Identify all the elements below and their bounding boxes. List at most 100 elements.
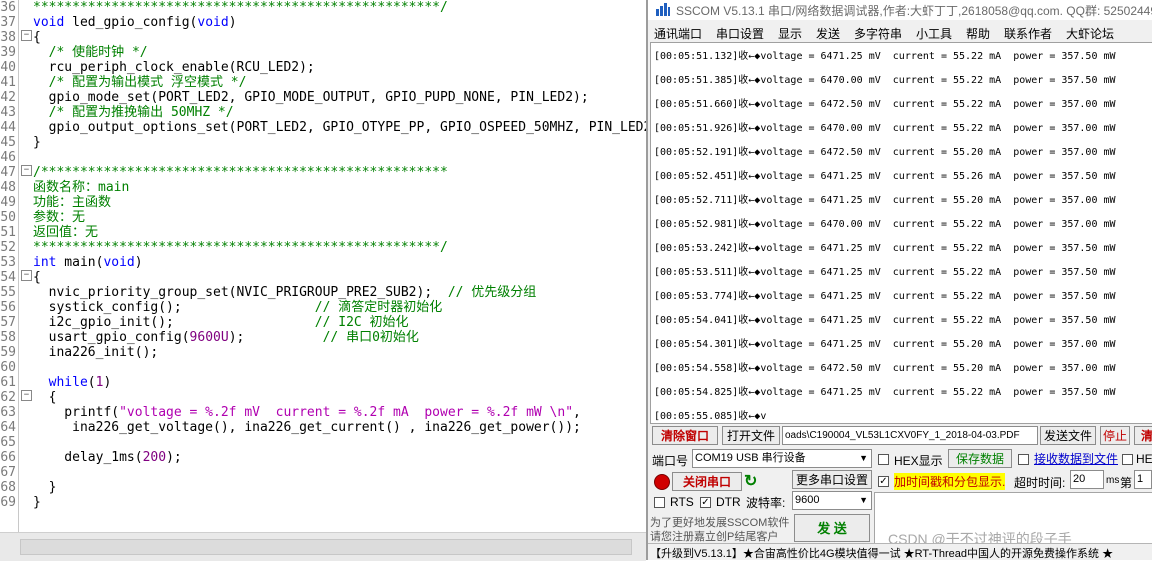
line-number: 46 — [0, 150, 16, 165]
menu-display[interactable]: 显示 — [778, 25, 802, 42]
line-number: 47 — [0, 165, 16, 180]
code-line: { — [33, 270, 41, 285]
code-line: gpio_output_options_set(PORT_LED2, GPIO_… — [33, 120, 646, 135]
port-select[interactable]: COM19 USB 串行设备 ▼ — [692, 449, 872, 468]
window-title: SSCOM V5.13.1 串口/网络数据调试器,作者:大虾丁丁,2618058… — [676, 4, 1152, 18]
clear-send-button[interactable]: 清 — [1134, 426, 1152, 445]
menu-serial-settings[interactable]: 串口设置 — [716, 25, 764, 42]
fold-toggle-icon[interactable]: − — [21, 270, 32, 281]
timeout-label: 超时时间: — [1014, 476, 1066, 490]
send-button[interactable]: 发 送 — [794, 514, 870, 542]
hex-send-checkbox[interactable] — [1122, 454, 1133, 465]
close-port-button[interactable]: 关闭串口 — [672, 472, 742, 491]
code-editor[interactable]: 36 37 38 39 40 41 42 43 44 45 46 47 48 49 50 51 52 53 54 55… — [0, 0, 646, 532]
nth-input[interactable]: 1 — [1134, 470, 1152, 489]
line-number: 66 — [0, 450, 16, 465]
line-number: 45 — [0, 135, 16, 150]
stop-button[interactable]: 停止 — [1100, 426, 1130, 445]
receive-line: [00:05:52.711]收←◆voltage = 6471.25 mV cu… — [654, 195, 1116, 206]
refresh-icon[interactable]: ↻ — [744, 471, 757, 491]
code-line: } — [33, 495, 41, 510]
receive-line: [00:05:52.451]收←◆voltage = 6471.25 mV cu… — [654, 171, 1116, 182]
menu-multi-string[interactable]: 多字符串 — [854, 25, 902, 42]
line-number: 57 — [0, 315, 16, 330]
code-line: ****************************************… — [33, 0, 448, 15]
line-number: 38 — [0, 30, 16, 45]
fold-toggle-icon[interactable]: − — [21, 165, 32, 176]
hex-send-label: HEX — [1136, 452, 1152, 466]
code-line: 函数名称：main — [33, 180, 130, 195]
open-file-button[interactable]: 打开文件 — [722, 426, 780, 445]
receive-to-file-checkbox[interactable] — [1018, 454, 1029, 465]
receive-line: [00:05:54.301]收←◆voltage = 6471.25 mV cu… — [654, 339, 1116, 350]
line-number: 52 — [0, 240, 16, 255]
line-number: 51 — [0, 225, 16, 240]
receive-line: [00:05:52.191]收←◆voltage = 6472.50 mV cu… — [654, 147, 1116, 158]
menu-contact[interactable]: 联系作者 — [1004, 25, 1052, 42]
line-number: 36 — [0, 0, 16, 15]
line-number: 68 — [0, 480, 16, 495]
status-text: 【升级到V5.13.1】★合宙高性价比4G模块值得一试 ★RT-Thread中国… — [650, 548, 1114, 560]
promo-line-2[interactable]: 请您注册嘉立创P结尾客户 — [650, 528, 778, 544]
receive-text-area[interactable]: [00:05:51.132]收←◆voltage = 6471.25 mV cu… — [650, 42, 1152, 424]
line-number: 43 — [0, 105, 16, 120]
code-line: rcu_periph_clock_enable(RCU_LED2); — [33, 60, 315, 75]
menu-help[interactable]: 帮助 — [966, 25, 990, 42]
receive-line: [00:05:51.660]收←◆voltage = 6472.50 mV cu… — [654, 99, 1116, 110]
receive-line: [00:05:54.558]收←◆voltage = 6472.50 mV cu… — [654, 363, 1116, 374]
rts-checkbox[interactable] — [654, 497, 665, 508]
line-number: 39 — [0, 45, 16, 60]
editor-horizontal-scrollbar[interactable] — [0, 532, 646, 561]
save-data-button[interactable]: 保存数据 — [948, 449, 1012, 468]
baud-select[interactable]: 9600 ▼ — [792, 491, 872, 510]
timeout-input[interactable]: 20 — [1070, 470, 1104, 489]
code-line: } — [33, 480, 57, 495]
code-line: 功能：主函数 — [33, 195, 112, 210]
line-number: 44 — [0, 120, 16, 135]
code-line: void led_gpio_config(void) — [33, 15, 237, 30]
line-number: 37 — [0, 15, 16, 30]
send-file-button[interactable]: 发送文件 — [1040, 426, 1096, 445]
baud-value: 9600 — [795, 494, 820, 506]
scrollbar-thumb[interactable] — [20, 539, 632, 555]
hex-display-checkbox[interactable] — [878, 454, 889, 465]
rts-label: RTS — [670, 495, 694, 509]
fold-toggle-icon[interactable]: − — [21, 390, 32, 401]
code-line: ****************************************… — [33, 240, 448, 255]
line-number: 69 — [0, 495, 16, 510]
file-path-field[interactable]: oads\C190004_VL53L1CXV0FY_1_2018-04-03.P… — [782, 426, 1038, 445]
fold-margin — [18, 0, 31, 532]
code-line: gpio_mode_set(PORT_LED2, GPIO_MODE_OUTPU… — [33, 90, 589, 105]
menu-tools[interactable]: 小工具 — [916, 25, 952, 42]
title-bar: SSCOM V5.13.1 串口/网络数据调试器,作者:大虾丁丁,2618058… — [648, 0, 1152, 20]
code-line: /* 配置为推挽输出 50MHZ */ — [48, 105, 234, 120]
menu-send[interactable]: 发送 — [816, 25, 840, 42]
clear-window-button[interactable]: 清除窗口 — [652, 426, 718, 445]
timestamp-checkbox[interactable]: ✓ — [878, 476, 889, 487]
timestamp-label: 加时间戳和分包显示. — [894, 473, 1006, 490]
menu-bar: 通讯端口 串口设置 显示 发送 多字符串 小工具 帮助 联系作者 大虾论坛 — [648, 22, 1152, 42]
line-number: 65 — [0, 435, 16, 450]
dtr-checkbox[interactable]: ✓ — [700, 497, 711, 508]
status-bar: 【升级到V5.13.1】★合宙高性价比4G模块值得一试 ★RT-Thread中国… — [648, 543, 1152, 560]
receive-line: [00:05:55.085]收←◆v — [654, 411, 767, 422]
code-line: int main(void) — [33, 255, 143, 270]
sscom-app-icon — [656, 3, 670, 16]
menu-forum[interactable]: 大虾论坛 — [1066, 25, 1114, 42]
line-number: 54 — [0, 270, 16, 285]
line-number: 56 — [0, 300, 16, 315]
code-line: /***************************************… — [33, 165, 448, 180]
sscom-window: SSCOM V5.13.1 串口/网络数据调试器,作者:大虾丁丁,2618058… — [646, 0, 1152, 560]
code-line: while(1) — [48, 375, 112, 390]
receive-line: [00:05:51.385]收←◆voltage = 6470.00 mV cu… — [654, 75, 1116, 86]
code-line: /* 使能时钟 */ — [48, 45, 148, 60]
port-value: COM19 USB 串行设备 — [695, 452, 806, 464]
receive-to-file-label[interactable]: 接收数据到文件 — [1034, 450, 1118, 467]
nth-label: 第 — [1120, 476, 1133, 490]
fold-toggle-icon[interactable]: − — [21, 30, 32, 41]
more-serial-settings-button[interactable]: 更多串口设置 — [792, 470, 872, 489]
receive-line: [00:05:51.926]收←◆voltage = 6470.00 mV cu… — [654, 123, 1116, 134]
line-number: 64 — [0, 420, 16, 435]
line-number: 49 — [0, 195, 16, 210]
menu-comm-port[interactable]: 通讯端口 — [654, 25, 702, 42]
